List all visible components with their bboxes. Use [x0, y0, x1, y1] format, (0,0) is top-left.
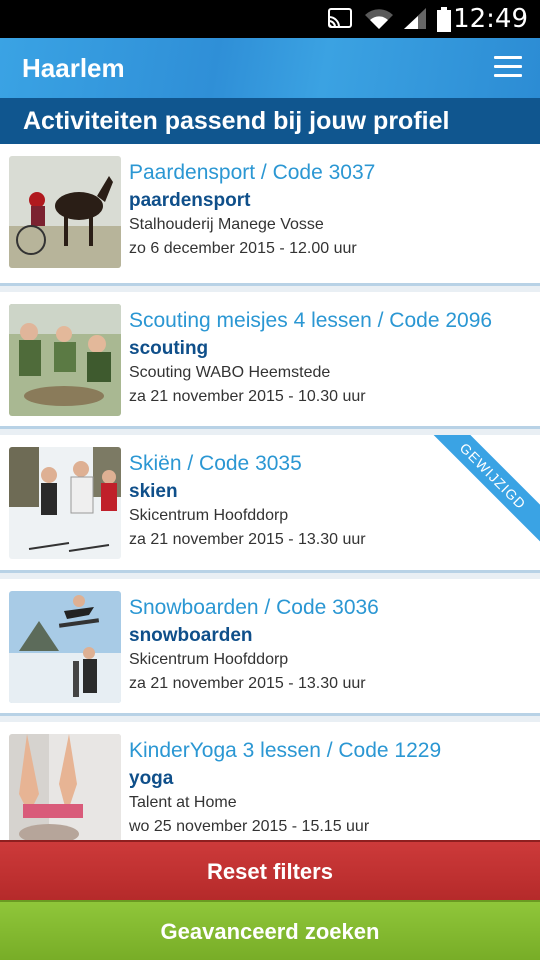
changed-badge: GEWIJZIGD: [423, 435, 540, 546]
activity-title[interactable]: Paardensport / Code 3037: [129, 161, 375, 185]
activity-title[interactable]: Scouting meisjes 4 lessen / Code 2096: [129, 309, 492, 333]
city-title: Haarlem: [22, 53, 125, 83]
signal-icon: [404, 8, 426, 29]
activity-card[interactable]: Scouting meisjes 4 lessen / Code 2096 sc…: [0, 292, 540, 429]
activity-photo: [9, 734, 121, 840]
activity-category: yoga: [129, 768, 174, 789]
reset-filters-button[interactable]: Reset filters: [0, 840, 540, 900]
activity-organizer: Skicentrum Hoofddorp: [129, 651, 289, 668]
activity-organizer: Scouting WABO Heemstede: [129, 364, 331, 381]
section-header: Activiteiten passend bij jouw profiel: [0, 98, 540, 144]
activity-title[interactable]: Snowboarden / Code 3036: [129, 596, 379, 620]
battery-icon: [437, 7, 451, 32]
activity-organizer: Skicentrum Hoofddorp: [129, 507, 289, 524]
status-bar: 12:49: [0, 0, 540, 38]
wifi-icon: [365, 9, 393, 29]
activity-photo: [9, 304, 121, 416]
activity-photo: [9, 156, 121, 268]
activity-date: zo 6 december 2015 - 12.00 uur: [129, 240, 357, 257]
activity-card[interactable]: Snowboarden / Code 3036 snowboarden Skic…: [0, 579, 540, 716]
advanced-search-button[interactable]: Geavanceerd zoeken: [0, 900, 540, 960]
activity-list[interactable]: Paardensport / Code 3037 paardensport St…: [0, 144, 540, 840]
activity-category: skien: [129, 481, 178, 502]
activity-card[interactable]: Paardensport / Code 3037 paardensport St…: [0, 144, 540, 286]
activity-title[interactable]: Skiën / Code 3035: [129, 452, 302, 476]
activity-date: za 21 november 2015 - 13.30 uur: [129, 675, 366, 692]
activity-category: snowboarden: [129, 625, 253, 646]
activity-photo: [9, 591, 121, 703]
activity-category: paardensport: [129, 190, 251, 211]
activity-card[interactable]: KinderYoga 3 lessen / Code 1229 yoga Tal…: [0, 722, 540, 840]
clock: 12:49: [453, 4, 528, 34]
activity-organizer: Talent at Home: [129, 794, 237, 811]
activity-date: wo 25 november 2015 - 15.15 uur: [129, 818, 370, 835]
activity-photo: [9, 447, 121, 559]
cast-icon: [328, 8, 352, 28]
activity-title[interactable]: KinderYoga 3 lessen / Code 1229: [129, 739, 441, 763]
menu-icon[interactable]: [494, 56, 522, 78]
activity-organizer: Stalhouderij Manege Vosse: [129, 216, 324, 233]
activity-date: za 21 november 2015 - 13.30 uur: [129, 531, 366, 548]
activity-card[interactable]: Skiën / Code 3035 skien Skicentrum Hoofd…: [0, 435, 540, 573]
activity-date: za 21 november 2015 - 10.30 uur: [129, 388, 366, 405]
section-title: Activiteiten passend bij jouw profiel: [23, 107, 450, 135]
app-bar: Haarlem: [0, 38, 540, 98]
activity-category: scouting: [129, 338, 209, 359]
